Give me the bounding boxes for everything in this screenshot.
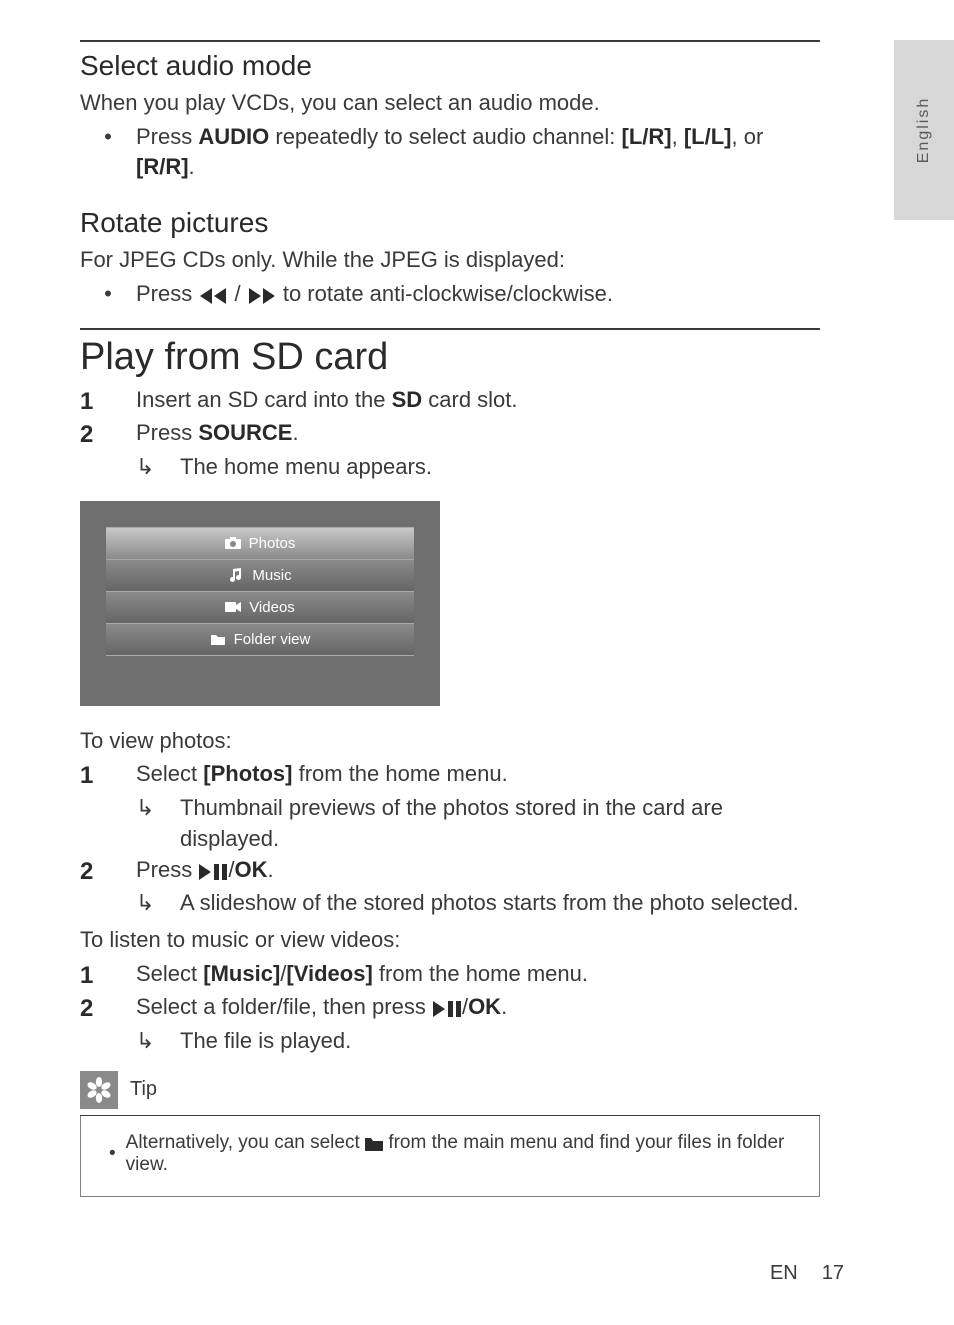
footer-page-number: 17 [822, 1262, 844, 1285]
audio-bullet: • Press AUDIO repeatedly to select audio… [80, 122, 820, 184]
rotate-bullet: • Press / to rotate anti-clockwise/clock… [80, 279, 820, 310]
language-label: English [915, 97, 933, 163]
tip-label: Tip [130, 1078, 157, 1101]
result-arrow-icon: ↳ [136, 888, 180, 919]
audio-intro: When you play VCDs, you can select an au… [80, 88, 820, 118]
sd-step-2: 2 Press SOURCE. [80, 418, 820, 452]
bullet-icon: • [80, 122, 136, 184]
menu-item-folder: Folder view [106, 624, 414, 656]
music-step-1: 1 Select [Music]/[Videos] from the home … [80, 959, 820, 993]
music-intro: To listen to music or view videos: [80, 925, 820, 955]
bullet-icon: • [109, 1143, 116, 1165]
photos-step-2: 2 Press /OK. [80, 855, 820, 889]
photos-step-2-result: ↳ A slideshow of the stored photos start… [80, 888, 820, 919]
play-pause-icon [432, 1001, 462, 1017]
forward-icon [247, 288, 277, 304]
home-menu-screenshot: Photos Music Videos Folder view [80, 501, 440, 706]
menu-item-videos: Videos [106, 592, 414, 624]
result-arrow-icon: ↳ [136, 452, 180, 483]
page-footer: EN 17 [770, 1262, 844, 1285]
page-content: Select audio mode When you play VCDs, yo… [80, 40, 820, 1197]
menu-item-music: Music [106, 560, 414, 592]
music-step-2-result: ↳ The file is played. [80, 1026, 820, 1057]
footer-lang: EN [770, 1262, 798, 1285]
rotate-intro: For JPEG CDs only. While the JPEG is dis… [80, 245, 820, 275]
result-arrow-icon: ↳ [136, 1026, 180, 1057]
sd-step-2-result: ↳ The home menu appears. [80, 452, 820, 483]
music-step-2: 2 Select a folder/file, then press /OK. [80, 992, 820, 1026]
photos-step-1-result: ↳ Thumbnail previews of the photos store… [80, 793, 820, 855]
heading-audio-mode: Select audio mode [80, 50, 820, 82]
rewind-icon [198, 288, 228, 304]
tip-header: Tip [80, 1071, 820, 1109]
photos-step-1: 1 Select [Photos] from the home menu. [80, 759, 820, 793]
sd-step-1: 1 Insert an SD card into the SD card slo… [80, 385, 820, 419]
bullet-icon: • [80, 279, 136, 310]
folder-icon [210, 634, 226, 645]
music-note-icon [228, 568, 244, 582]
result-arrow-icon: ↳ [136, 793, 180, 855]
language-tab: English [894, 40, 954, 220]
tip-box: • Alternatively, you can select from the… [80, 1116, 820, 1197]
camera-icon [225, 537, 241, 549]
play-pause-icon [198, 864, 228, 880]
heading-rotate: Rotate pictures [80, 207, 820, 239]
heading-sd: Play from SD card [80, 336, 820, 379]
menu-item-photos: Photos [106, 528, 414, 560]
tip-asterisk-icon [80, 1071, 118, 1109]
video-icon [225, 602, 241, 612]
photos-intro: To view photos: [80, 726, 820, 756]
folder-icon [365, 1137, 383, 1151]
